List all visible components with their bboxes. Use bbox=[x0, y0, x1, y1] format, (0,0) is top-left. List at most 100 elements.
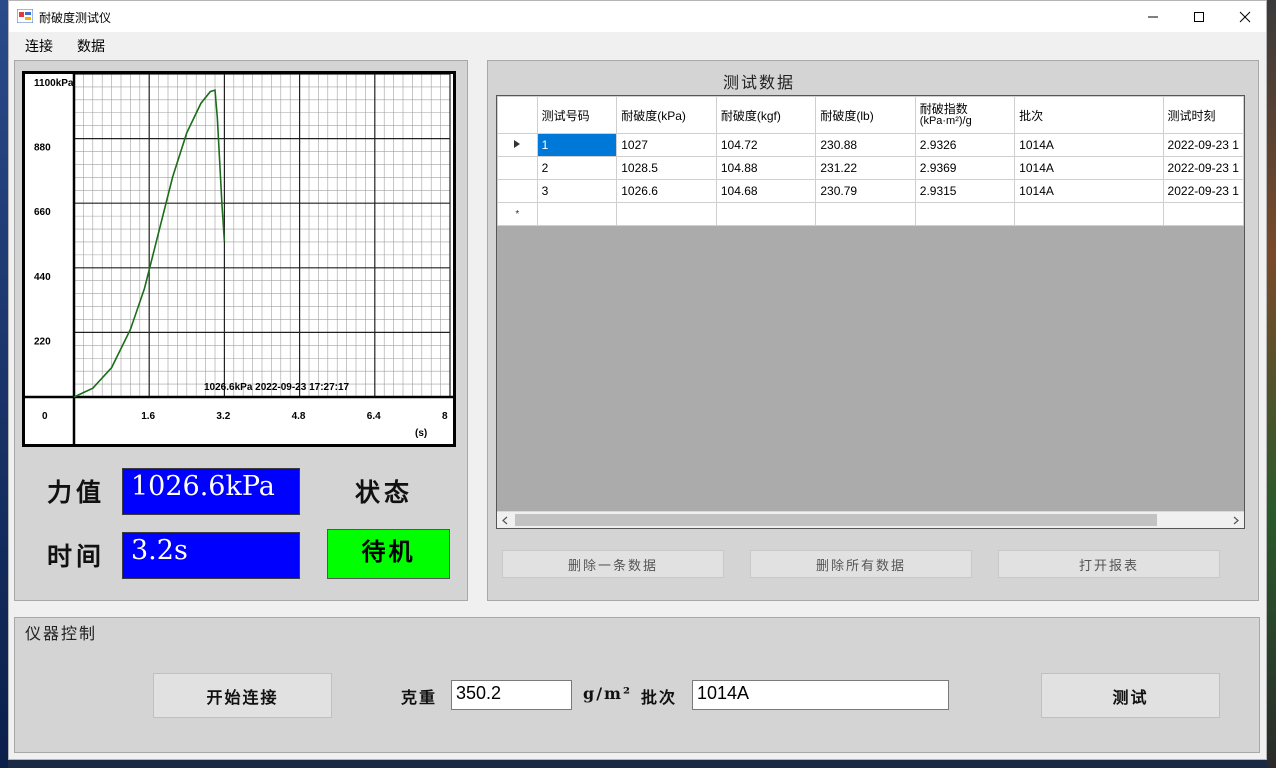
column-header[interactable]: 测试时刻 bbox=[1162, 96, 1244, 134]
force-value-display: 1026.6kPa bbox=[122, 468, 300, 515]
close-icon bbox=[1239, 11, 1251, 22]
table-cell[interactable]: 2.9315 bbox=[914, 179, 1016, 203]
row-header[interactable] bbox=[497, 179, 538, 203]
table-cell[interactable] bbox=[1162, 202, 1244, 226]
delete-all-button[interactable]: 删除所有数据 bbox=[750, 550, 972, 578]
y-tick-label: 440 bbox=[34, 272, 51, 283]
table-cell[interactable]: 1 bbox=[536, 133, 618, 157]
title-bar: 耐破度测试仪 bbox=[9, 1, 1266, 32]
column-header[interactable]: 耐破度(kPa) bbox=[616, 96, 717, 134]
weight-input[interactable]: 350.2 bbox=[451, 680, 572, 710]
control-title: 仪器控制 bbox=[25, 624, 98, 643]
status-label: 状态 bbox=[355, 478, 414, 507]
column-header[interactable]: 耐破指数 (kPa·m²)/g bbox=[914, 96, 1016, 134]
data-grid-title: 测试数据 bbox=[723, 73, 796, 92]
minimize-icon bbox=[1148, 16, 1158, 17]
header-row: 测试号码 耐破度(kPa) 耐破度(kgf) 耐破度(lb) 耐破指数 (kPa… bbox=[497, 96, 1244, 134]
table-cell[interactable]: 104.68 bbox=[715, 179, 817, 203]
column-header-line2: (kPa·m²)/g bbox=[919, 115, 972, 127]
desktop-right-edge bbox=[1267, 0, 1276, 768]
column-header-line1: 耐破指数 bbox=[919, 102, 968, 116]
table-cell[interactable]: 231.22 bbox=[815, 156, 916, 180]
measurement-panel: 1100kPa 880 660 440 220 0 1.6 3.2 4.8 6.4 8 (s) 1026… bbox=[14, 60, 468, 601]
table-cell[interactable]: 104.88 bbox=[715, 156, 817, 180]
batch-label: 批次 bbox=[641, 688, 678, 707]
x-tick-label: 3.2 bbox=[216, 411, 230, 422]
table-cell[interactable] bbox=[914, 202, 1016, 226]
time-label: 时间 bbox=[47, 542, 106, 571]
table-cell[interactable]: 1027 bbox=[616, 133, 717, 157]
table-cell[interactable]: 230.79 bbox=[815, 179, 916, 203]
table-cell[interactable]: 1026.6 bbox=[616, 179, 717, 203]
table-cell[interactable]: 2022-09-23 1 bbox=[1162, 156, 1244, 180]
row-pointer-icon bbox=[514, 139, 521, 148]
column-header[interactable]: 批次 bbox=[1014, 96, 1164, 134]
menu-connect[interactable]: 连接 bbox=[25, 36, 53, 56]
delete-one-button[interactable]: 删除一条数据 bbox=[502, 550, 724, 578]
table-cell[interactable]: 1014A bbox=[1014, 179, 1164, 203]
current-row-marker[interactable] bbox=[497, 133, 538, 157]
table-cell[interactable]: 2.9326 bbox=[914, 133, 1016, 157]
column-header[interactable]: 耐破度(lb) bbox=[815, 96, 916, 134]
app-window: 耐破度测试仪 连接 数据 1100kPa 880 660 440 220 0 1.6 3.2 4… bbox=[8, 0, 1267, 760]
horizontal-scrollbar[interactable] bbox=[497, 511, 1244, 528]
desktop-left-edge bbox=[0, 0, 8, 768]
x-tick-label: 4.8 bbox=[292, 411, 306, 422]
batch-input[interactable]: 1014A bbox=[692, 680, 949, 710]
chart-canvas: 1100kPa 880 660 440 220 0 1.6 3.2 4.8 6.4 8 (s) 1026… bbox=[25, 74, 453, 444]
table-cell[interactable] bbox=[715, 202, 817, 226]
row-header[interactable] bbox=[497, 156, 538, 180]
table-cell[interactable] bbox=[536, 202, 618, 226]
column-header[interactable]: 测试号码 bbox=[536, 96, 618, 134]
y-tick-label: 1100kPa bbox=[34, 78, 74, 89]
table-cell[interactable] bbox=[616, 202, 717, 226]
scroll-right-icon[interactable] bbox=[1232, 516, 1240, 525]
table-cell[interactable]: 2022-09-23 1 bbox=[1162, 179, 1244, 203]
maximize-button[interactable] bbox=[1176, 1, 1222, 32]
y-tick-label: 880 bbox=[34, 143, 51, 154]
app-icon bbox=[17, 9, 33, 23]
maximize-icon bbox=[1194, 11, 1204, 22]
time-value-display: 3.2s bbox=[122, 532, 300, 579]
table-cell[interactable]: 2022-09-23 1 bbox=[1162, 133, 1244, 157]
table-cell[interactable] bbox=[815, 202, 916, 226]
table-cell[interactable]: 1014A bbox=[1014, 156, 1164, 180]
open-report-button[interactable]: 打开报表 bbox=[998, 550, 1220, 578]
table-cell[interactable]: 230.88 bbox=[815, 133, 916, 157]
test-button[interactable]: 测试 bbox=[1041, 673, 1220, 718]
data-panel: 测试数据 测试号码 耐破度(kPa) 耐破度(kgf) 耐破度(lb) 耐破指数 bbox=[487, 60, 1259, 601]
corner-header bbox=[497, 96, 538, 134]
scroll-left-icon[interactable] bbox=[501, 516, 509, 525]
table-row[interactable]: 2 1028.5 104.88 231.22 2.9369 1014A 2022… bbox=[497, 156, 1244, 180]
table-row[interactable]: 1 1027 104.72 230.88 2.9326 1014A 2022-0… bbox=[497, 133, 1244, 157]
scrollbar-thumb[interactable] bbox=[515, 514, 1157, 526]
menu-data[interactable]: 数据 bbox=[77, 36, 105, 56]
start-connect-button[interactable]: 开始连接 bbox=[153, 673, 332, 718]
table-cell[interactable] bbox=[1014, 202, 1164, 226]
table-cell[interactable]: 104.72 bbox=[715, 133, 817, 157]
new-row[interactable]: * bbox=[497, 202, 1244, 226]
x-tick-label: 1.6 bbox=[141, 411, 155, 422]
result-annotation: 1026.6kPa 2022-09-23 17:27:17 bbox=[204, 382, 350, 393]
window-title: 耐破度测试仪 bbox=[39, 11, 112, 25]
instrument-control-panel: 仪器控制 开始连接 克重 350.2 g/m² 批次 1014A 测试 bbox=[14, 617, 1260, 753]
minimize-button[interactable] bbox=[1130, 1, 1176, 32]
table-cell[interactable]: 2 bbox=[536, 156, 618, 180]
x-unit-label: (s) bbox=[415, 428, 427, 439]
x-tick-label: 0 bbox=[42, 411, 48, 422]
column-header[interactable]: 耐破度(kgf) bbox=[715, 96, 817, 134]
data-grid: 测试号码 耐破度(kPa) 耐破度(kgf) 耐破度(lb) 耐破指数 (kPa… bbox=[496, 95, 1245, 529]
menu-bar: 连接 数据 bbox=[9, 32, 1266, 56]
close-button[interactable] bbox=[1222, 1, 1266, 32]
x-tick-label: 6.4 bbox=[367, 411, 381, 422]
data-table: 测试号码 耐破度(kPa) 耐破度(kgf) 耐破度(lb) 耐破指数 (kPa… bbox=[497, 96, 1244, 226]
new-row-marker[interactable]: * bbox=[497, 202, 538, 226]
force-label: 力值 bbox=[47, 478, 106, 507]
status-indicator: 待机 bbox=[327, 529, 450, 579]
y-tick-label: 220 bbox=[34, 336, 51, 347]
table-row[interactable]: 3 1026.6 104.68 230.79 2.9315 1014A 2022… bbox=[497, 179, 1244, 203]
table-cell[interactable]: 1028.5 bbox=[616, 156, 717, 180]
table-cell[interactable]: 1014A bbox=[1014, 133, 1164, 157]
table-cell[interactable]: 2.9369 bbox=[914, 156, 1016, 180]
table-cell[interactable]: 3 bbox=[536, 179, 618, 203]
